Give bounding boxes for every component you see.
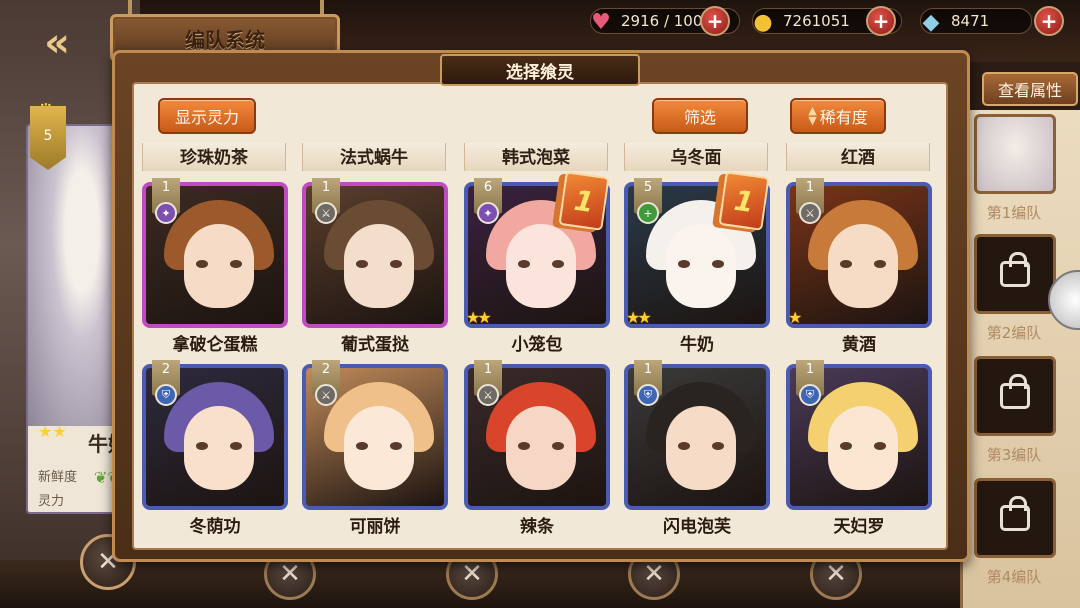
character-eyes (356, 260, 402, 270)
character-name: 黄酒 (842, 335, 876, 355)
character-name: 拿破仑蛋糕 (172, 335, 258, 355)
type-badge-icon: ⚔ (799, 202, 821, 224)
star-rating-icon: ★★ (38, 422, 67, 441)
character-card[interactable]: 1 ⚔ ★ 黄酒 (786, 178, 932, 355)
stamina-value: 2916 / 100 (621, 12, 703, 30)
team-slot-3[interactable] (974, 356, 1056, 436)
lock-icon (1000, 252, 1030, 287)
character-name: 天妇罗 (833, 517, 885, 537)
character-name: 可丽饼 (349, 517, 401, 537)
gem-counter: ◆ 8471 (920, 8, 1032, 35)
character-card[interactable]: 2 ⚔ 可丽饼 (302, 360, 448, 537)
dialog-title: 选择飨灵 (440, 54, 640, 86)
team-slot-4[interactable] (974, 478, 1056, 558)
cross-icon: ✕ (643, 559, 665, 589)
add-stamina-button[interactable]: + (700, 6, 730, 36)
team-number-tag: 1 (718, 171, 770, 231)
team-label-4: 第4编队 (986, 568, 1042, 586)
gold-value: 7261051 (783, 12, 850, 30)
type-badge-icon: ⚔ (315, 202, 337, 224)
level-flag: 5 (30, 106, 66, 170)
team-slot-1[interactable] (974, 114, 1056, 194)
cross-icon: ✕ (461, 559, 483, 589)
character-name: 葡式蛋挞 (341, 335, 409, 355)
gem-value: 8471 (951, 12, 990, 30)
back-arrow-icon: « (44, 20, 70, 66)
star-rating-icon: ★★ (626, 308, 652, 327)
team-label-1: 第1编队 (986, 204, 1042, 222)
type-badge-icon: ⛨ (637, 384, 659, 406)
character-name: 辣条 (520, 517, 554, 537)
character-eyes (356, 442, 402, 452)
character-eyes (840, 442, 886, 452)
character-name: 小笼包 (511, 335, 563, 355)
character-eyes (678, 442, 724, 452)
power-label: 灵力 (38, 494, 65, 509)
gold-coin-icon: ● (753, 9, 773, 35)
lock-icon (1000, 496, 1030, 531)
character-card[interactable]: 2 ⛨ 冬荫功 (142, 360, 288, 537)
character-card[interactable]: 6 ✦ 1 ★★ 小笼包 (464, 171, 610, 355)
team-label-2: 第2编队 (986, 324, 1042, 342)
back-button[interactable]: « (22, 20, 92, 66)
crystal-gem-icon: ◆ (922, 9, 940, 35)
rarity-sort-button[interactable]: ▲ ▼ 稀有度 (790, 98, 886, 134)
character-card[interactable]: 1 ⚔ 葡式蛋挞 (302, 178, 448, 355)
cross-icon: ✕ (279, 559, 301, 589)
character-name: 闪电泡芙 (663, 517, 731, 537)
freshness-label: 新鲜度 (38, 470, 78, 485)
type-badge-icon: ⛨ (799, 384, 821, 406)
character-eyes (196, 260, 242, 270)
character-card[interactable]: 1 ✦ 拿破仑蛋糕 (142, 178, 288, 355)
character-eyes (678, 260, 724, 270)
character-card[interactable]: 5 +1 ★★ 牛奶 (624, 171, 770, 355)
type-badge-icon: ⚔ (315, 384, 337, 406)
lock-icon (1000, 374, 1030, 409)
partial-card-name: 法式蜗牛 (302, 143, 446, 171)
character-eyes (840, 260, 886, 270)
team-slot-2[interactable] (974, 234, 1056, 314)
rarity-sort-label: 稀有度 (819, 108, 868, 127)
bottom-bar-background (0, 560, 1080, 608)
heart-icon: ♥ (591, 9, 611, 35)
type-badge-icon: + (637, 202, 659, 224)
add-gold-button[interactable]: + (866, 6, 896, 36)
view-attributes-button[interactable]: 查看属性 (982, 72, 1078, 106)
type-badge-icon: ⛨ (155, 384, 177, 406)
partial-card-name: 韩式泡菜 (464, 143, 608, 171)
type-badge-icon: ✦ (155, 202, 177, 224)
team-number-tag: 1 (558, 171, 610, 231)
sort-arrows-icon: ▲ ▼ (808, 104, 817, 127)
character-eyes (518, 442, 564, 452)
character-name: 冬荫功 (189, 517, 241, 537)
type-badge-icon: ⚔ (477, 384, 499, 406)
star-rating-icon: ★★ (466, 308, 492, 327)
partial-card-name: 乌冬面 (624, 143, 768, 171)
character-name: 牛奶 (680, 335, 714, 355)
character-card[interactable]: 1 ⛨ 闪电泡芙 (624, 360, 770, 537)
character-eyes (518, 260, 564, 270)
character-card[interactable]: 1 ⛨ 天妇罗 (786, 360, 932, 537)
cross-icon: ✕ (825, 559, 847, 589)
show-power-button[interactable]: 显示灵力 (158, 98, 256, 134)
type-badge-icon: ✦ (477, 202, 499, 224)
team-label-3: 第3编队 (986, 446, 1042, 464)
character-eyes (196, 442, 242, 452)
star-rating-icon: ★ (788, 308, 802, 327)
add-gems-button[interactable]: + (1034, 6, 1064, 36)
filter-button[interactable]: 筛选 (652, 98, 748, 134)
partial-card-name: 珍珠奶茶 (142, 143, 286, 171)
partial-card-name: 红酒 (786, 143, 930, 171)
character-card[interactable]: 1 ⚔ 辣条 (464, 360, 610, 537)
